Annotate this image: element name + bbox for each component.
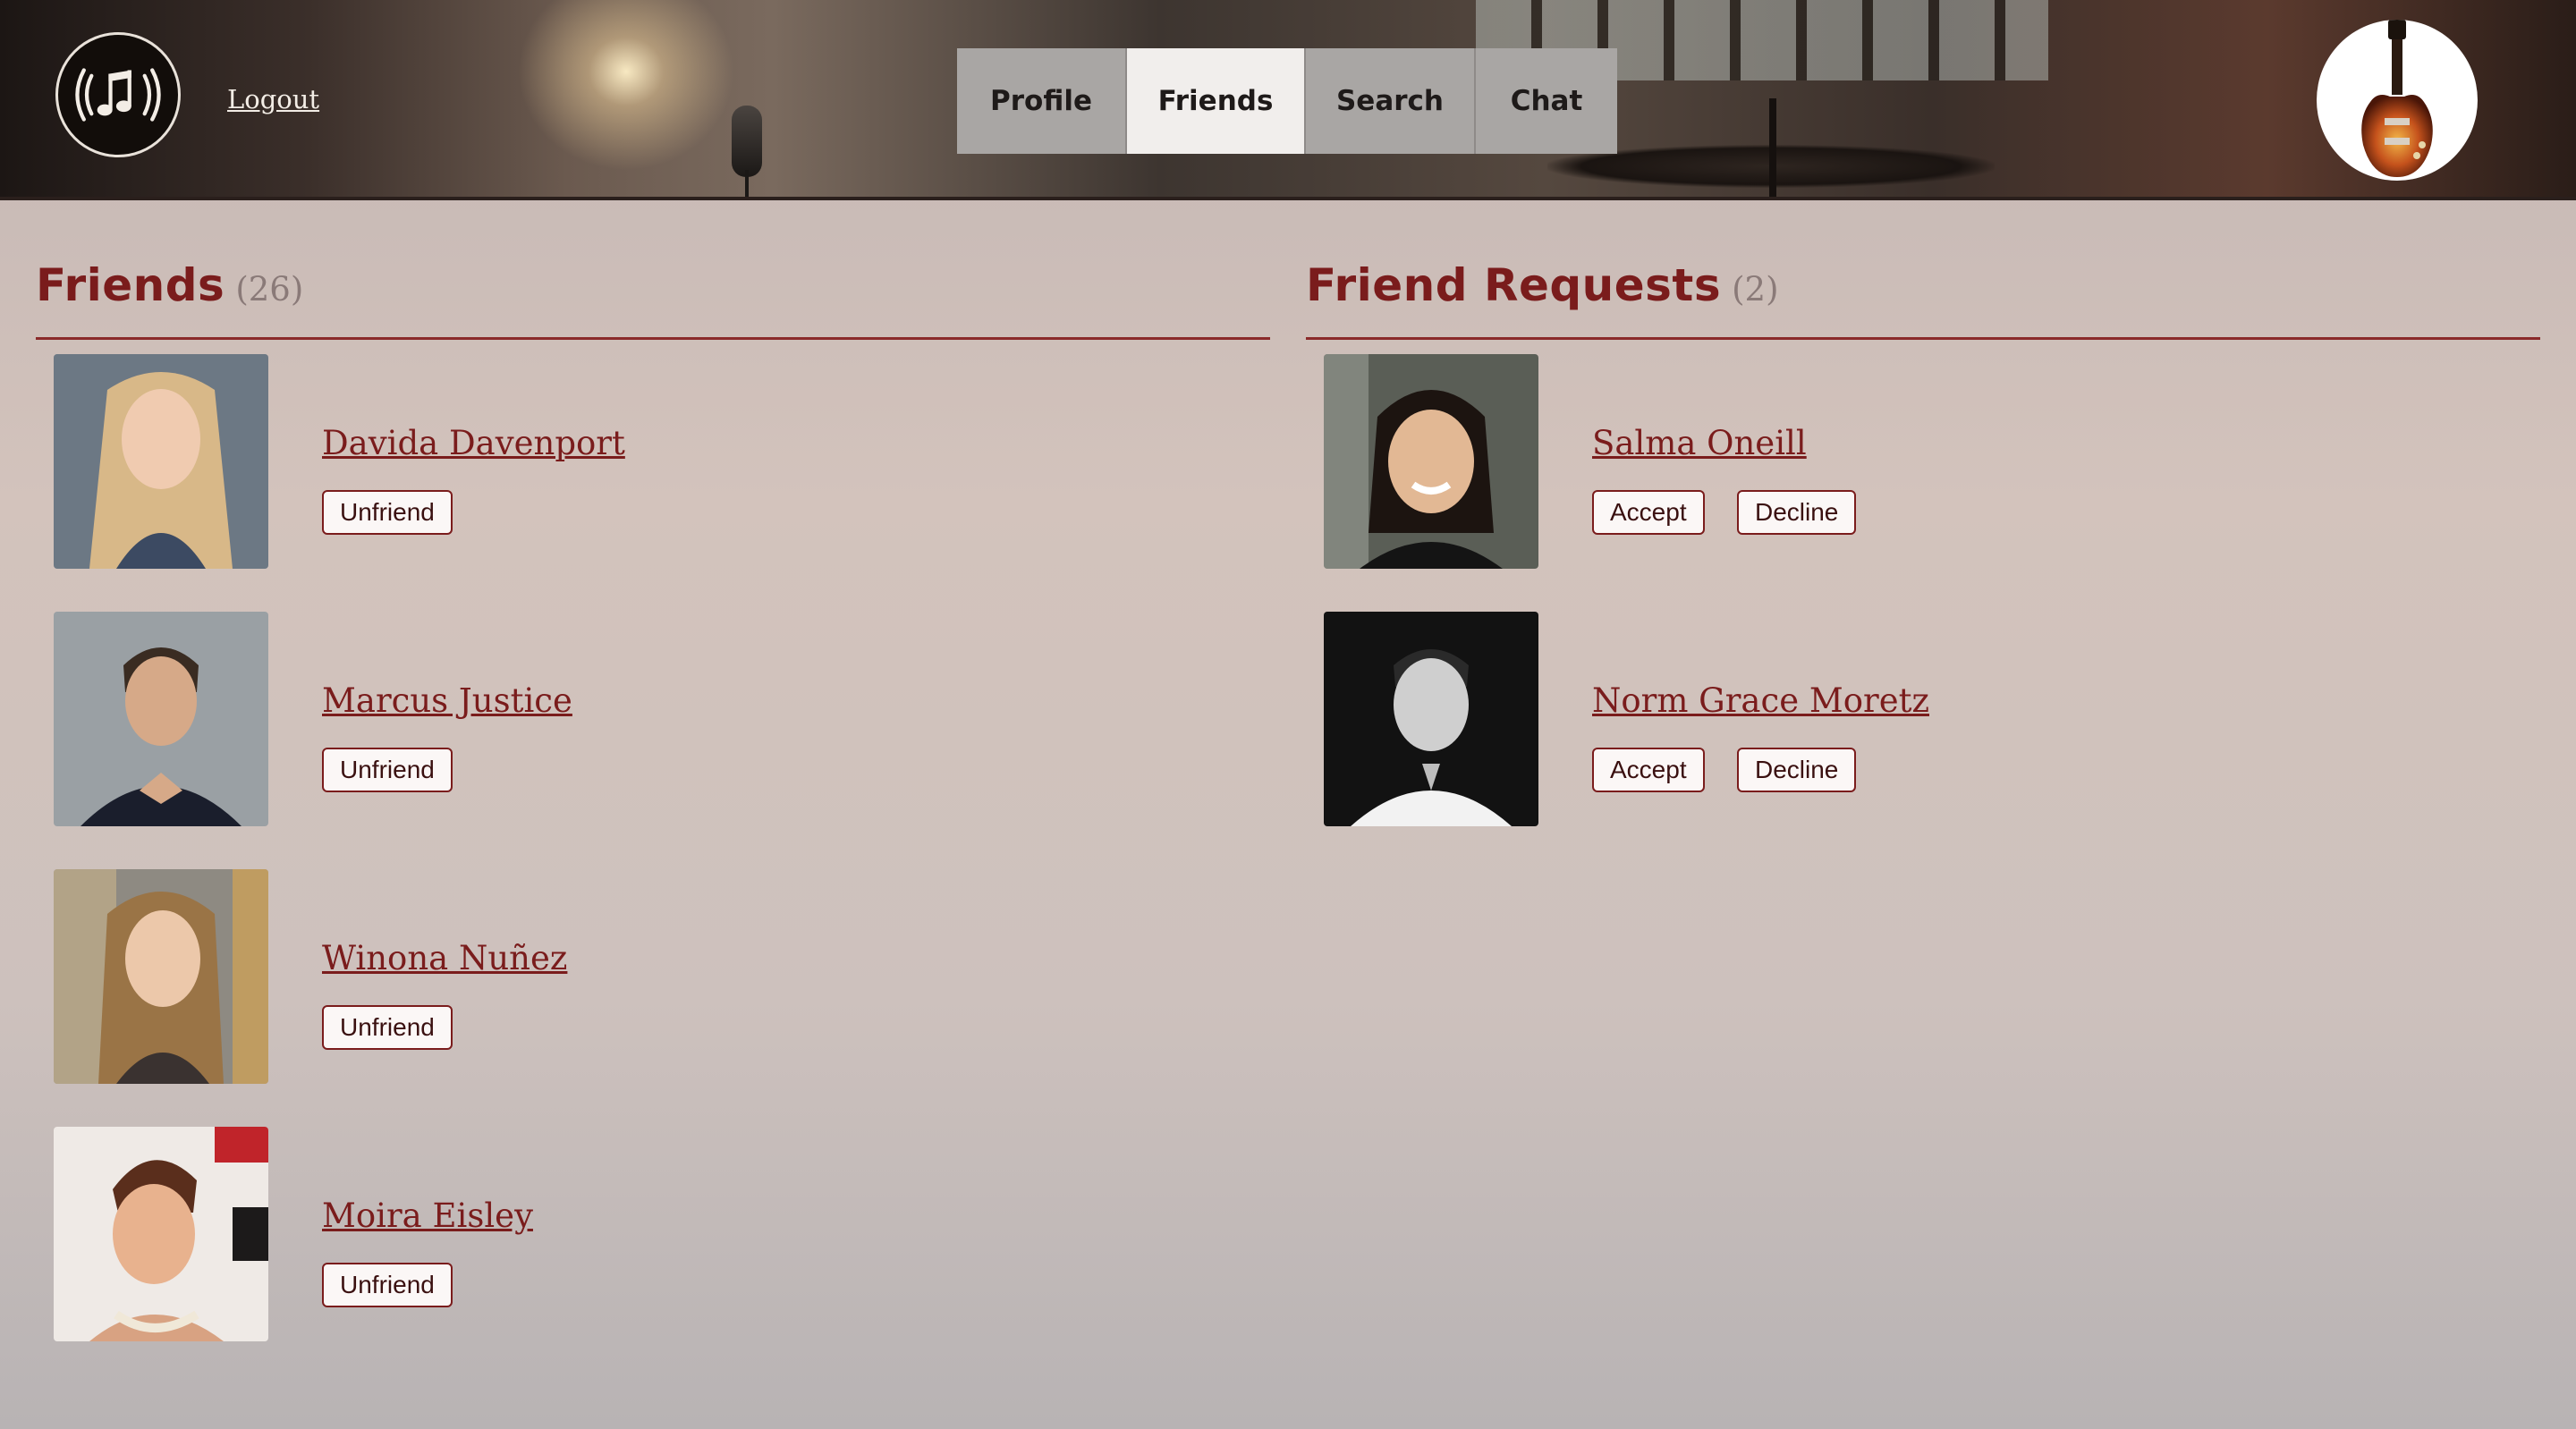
logout-link[interactable]: Logout — [227, 84, 319, 114]
friend-photo[interactable] — [54, 354, 268, 569]
tab-chat[interactable]: Chat — [1476, 48, 1617, 154]
requests-count: (2) — [1732, 270, 1779, 309]
friends-heading: Friends (26) — [36, 259, 1270, 340]
friend-photo[interactable] — [54, 1127, 268, 1341]
friend-name-link[interactable]: Davida Davenport — [322, 424, 625, 462]
unfriend-button[interactable]: Unfriend — [322, 748, 453, 792]
unfriend-button[interactable]: Unfriend — [322, 1263, 453, 1307]
app-logo-icon[interactable] — [55, 32, 181, 157]
tab-search[interactable]: Search — [1306, 48, 1476, 154]
decline-button[interactable]: Decline — [1737, 748, 1857, 792]
friend-name-link[interactable]: Winona Nuñez — [322, 939, 567, 977]
request-item: Norm Grace Moretz Accept Decline — [1306, 597, 2540, 855]
friends-count: (26) — [235, 270, 304, 309]
decline-button[interactable]: Decline — [1737, 490, 1857, 535]
tab-friends[interactable]: Friends — [1127, 48, 1306, 154]
header-banner: Logout Profile Friends Search Chat — [0, 0, 2576, 200]
requests-heading: Friend Requests (2) — [1306, 259, 2540, 340]
request-item: Salma Oneill Accept Decline — [1306, 340, 2540, 597]
main-nav-tabs: Profile Friends Search Chat — [957, 48, 1617, 154]
accept-button[interactable]: Accept — [1592, 490, 1705, 535]
friend-photo[interactable] — [54, 612, 268, 826]
request-name-link[interactable]: Salma Oneill — [1592, 424, 1807, 462]
user-avatar[interactable] — [2317, 20, 2478, 181]
friend-item: Marcus Justice Unfriend — [36, 597, 1270, 855]
friend-item: Winona Nuñez Unfriend — [36, 855, 1270, 1112]
microphone-image — [732, 106, 762, 177]
cymbal-stand — [1769, 98, 1776, 197]
friend-photo[interactable] — [54, 869, 268, 1084]
friend-item: Davida Davenport Unfriend — [36, 340, 1270, 597]
friends-section: Friends (26) Davida Davenport Unfriend M… — [36, 259, 1270, 1370]
request-photo[interactable] — [1324, 354, 1538, 569]
friend-name-link[interactable]: Moira Eisley — [322, 1196, 533, 1235]
accept-button[interactable]: Accept — [1592, 748, 1705, 792]
microphone-stand — [745, 170, 749, 197]
request-photo[interactable] — [1324, 612, 1538, 826]
requests-title: Friend Requests — [1306, 259, 1722, 311]
request-name-link[interactable]: Norm Grace Moretz — [1592, 681, 1929, 720]
friend-item: Moira Eisley Unfriend — [36, 1112, 1270, 1370]
unfriend-button[interactable]: Unfriend — [322, 1005, 453, 1050]
friends-title: Friends — [36, 259, 225, 311]
unfriend-button[interactable]: Unfriend — [322, 490, 453, 535]
friend-name-link[interactable]: Marcus Justice — [322, 681, 572, 720]
tab-profile[interactable]: Profile — [957, 48, 1127, 154]
friend-requests-section: Friend Requests (2) Salma Oneill Accept … — [1306, 259, 2540, 855]
